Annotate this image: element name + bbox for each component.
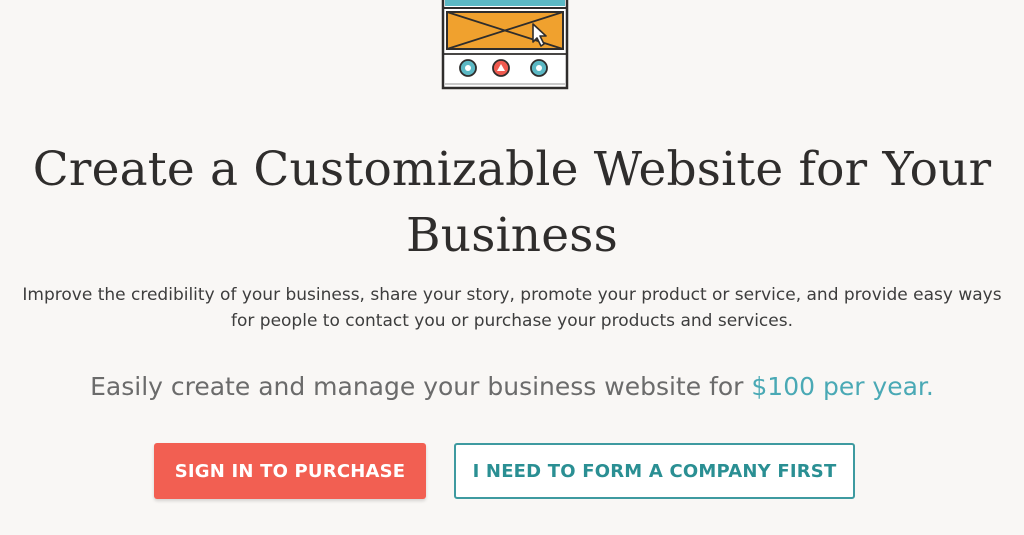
description-line-2: for people to contact you or purchase yo… — [231, 311, 793, 331]
tagline-text: Easily create and manage your business w… — [90, 372, 752, 401]
price-text: $100 per year. — [751, 372, 934, 401]
headline-line-1: Create a Customizable Website for Your — [32, 142, 992, 197]
pricing-tagline: Easily create and manage your business w… — [0, 369, 1024, 405]
page-title: Create a Customizable Website for Your B… — [0, 137, 1024, 269]
form-company-first-button[interactable]: I NEED TO FORM A COMPANY FIRST — [454, 443, 855, 499]
website-browser-icon — [441, 0, 569, 90]
headline-line-2: Business — [406, 208, 618, 263]
description-line-1: Improve the credibility of your business… — [22, 285, 1002, 305]
sign-in-to-purchase-button[interactable]: SIGN IN TO PURCHASE — [154, 443, 426, 499]
page: Create a Customizable Website for Your B… — [0, 0, 1024, 535]
description-text: Improve the credibility of your business… — [0, 282, 1024, 334]
